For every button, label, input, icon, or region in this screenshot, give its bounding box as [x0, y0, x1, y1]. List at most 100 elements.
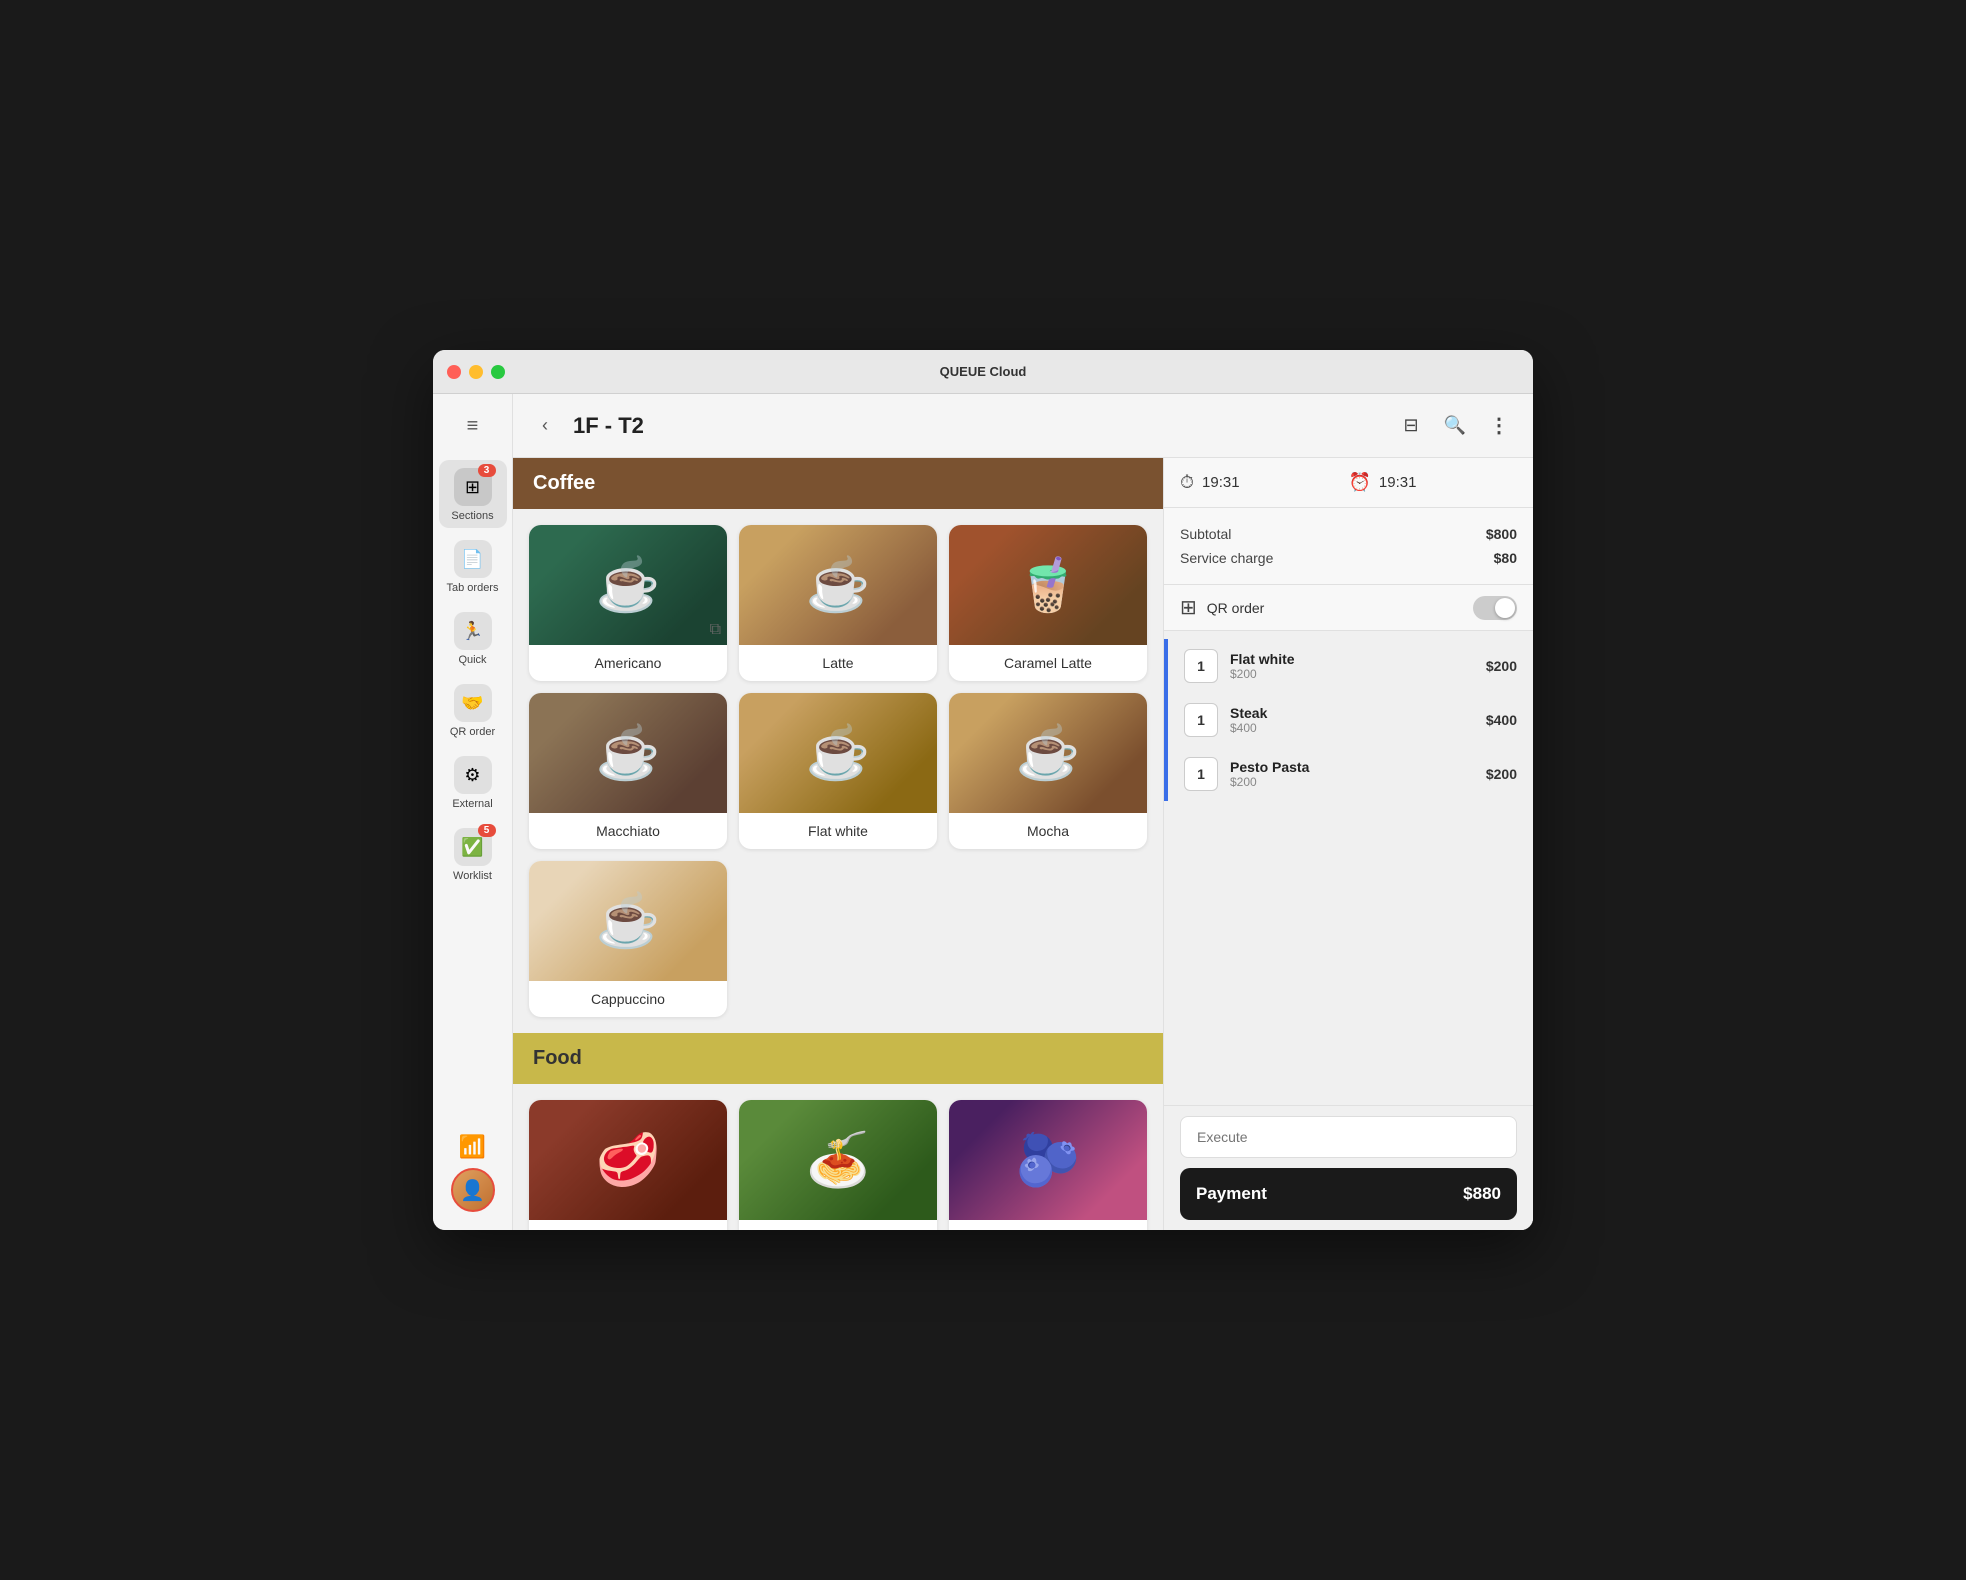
mocha-image [949, 693, 1147, 813]
latte-image [739, 525, 937, 645]
service-charge-row: Service charge $80 [1180, 546, 1517, 570]
main-area: ‹ 1F - T2 ⊟ 🔍 ⋮ [513, 394, 1533, 1230]
qr-order-icon: 🤝 [461, 693, 483, 714]
page-title: 1F - T2 [573, 413, 1381, 439]
qr-order-toggle[interactable] [1473, 596, 1517, 620]
menu-item-flat-white[interactable]: Flat white [739, 693, 937, 849]
payment-button[interactable]: Payment $880 [1180, 1168, 1517, 1220]
cappuccino-name: Cappuccino [529, 981, 727, 1017]
steak-order-name: Steak [1230, 705, 1474, 721]
menu-item-berry-bowl[interactable]: Berry Bowl [949, 1100, 1147, 1230]
menu-item-cappuccino[interactable]: Cappuccino [529, 861, 727, 1017]
pasta-qty[interactable]: 1 [1184, 757, 1218, 791]
content-area: Coffee ⧉ Americano Latte [513, 458, 1533, 1230]
flat-white-order-name: Flat white [1230, 651, 1474, 667]
food-items-grid: Steak Pesto Pasta Berry Bowl [513, 1084, 1163, 1230]
maximize-button[interactable] [491, 365, 505, 379]
titlebar: QUEUE Cloud [433, 350, 1533, 394]
app-body: ≡ ⊞ 3 Sections 📄 Tab orders 🏃 Quick [433, 394, 1533, 1230]
worklist-badge: 5 [478, 824, 496, 837]
cappuccino-image [529, 861, 727, 981]
menu-item-latte[interactable]: Latte [739, 525, 937, 681]
quick-label: Quick [458, 654, 486, 666]
sidebar-item-quick[interactable]: 🏃 Quick [439, 604, 507, 672]
sidebar-item-worklist[interactable]: ✅ 5 Worklist [439, 820, 507, 888]
mocha-name: Mocha [949, 813, 1147, 849]
order-times: ⏱ 19:31 ⏰ 19:31 [1164, 458, 1533, 508]
sidebar-item-sections[interactable]: ⊞ 3 Sections [439, 460, 507, 528]
bowl-image [949, 1100, 1147, 1220]
execute-input[interactable] [1180, 1116, 1517, 1158]
service-charge-value: $80 [1494, 550, 1517, 566]
americano-name: Americano [529, 645, 727, 681]
food-category-header: Food [513, 1033, 1163, 1084]
more-button[interactable]: ⋮ [1481, 408, 1517, 444]
order-summary: Subtotal $800 Service charge $80 [1164, 508, 1533, 585]
menu-item-macchiato[interactable]: Macchiato [529, 693, 727, 849]
grid-icon: ⊟ [1403, 415, 1418, 436]
latte-name: Latte [739, 645, 937, 681]
steak-name: Steak [529, 1220, 727, 1230]
sidebar-item-external[interactable]: ⚙ External [439, 748, 507, 816]
time-block-2: ⏰ 19:31 [1349, 472, 1518, 493]
coffee-category-header: Coffee [513, 458, 1163, 509]
menu-item-steak[interactable]: Steak [529, 1100, 727, 1230]
menu-item-americano[interactable]: ⧉ Americano [529, 525, 727, 681]
order-footer: Payment $880 [1164, 1105, 1533, 1230]
caramel-latte-image [949, 525, 1147, 645]
pasta-image [739, 1100, 937, 1220]
order-panel: ⏱ 19:31 ⏰ 19:31 Subtotal $800 [1163, 458, 1533, 1230]
pasta-total: $200 [1486, 766, 1517, 782]
caramel-latte-name: Caramel Latte [949, 645, 1147, 681]
macchiato-image [529, 693, 727, 813]
steak-info: Steak $400 [1230, 705, 1474, 735]
flat-white-info: Flat white $200 [1230, 651, 1474, 681]
steak-image [529, 1100, 727, 1220]
order-item-flat-white[interactable]: 1 Flat white $200 $200 [1164, 639, 1533, 693]
more-icon: ⋮ [1489, 413, 1509, 438]
search-button[interactable]: 🔍 [1437, 408, 1473, 444]
coffee-category-name: Coffee [533, 472, 595, 494]
sidebar: ≡ ⊞ 3 Sections 📄 Tab orders 🏃 Quick [433, 394, 513, 1230]
avatar-image: 👤 [460, 1178, 485, 1203]
pasta-unit-price: $200 [1230, 775, 1474, 789]
bowl-name: Berry Bowl [949, 1220, 1147, 1230]
external-icon-wrap: ⚙ [454, 756, 492, 794]
sidebar-bottom: 📶 👤 [451, 1134, 495, 1220]
wifi-icon: 📶 [459, 1134, 486, 1160]
order-items-list: 1 Flat white $200 $200 1 Steak $400 [1164, 631, 1533, 1105]
steak-qty[interactable]: 1 [1184, 703, 1218, 737]
back-button[interactable]: ‹ [529, 410, 561, 442]
menu-item-mocha[interactable]: Mocha [949, 693, 1147, 849]
worklist-icon-wrap: ✅ 5 [454, 828, 492, 866]
minimize-button[interactable] [469, 365, 483, 379]
tab-orders-icon-wrap: 📄 [454, 540, 492, 578]
time-block-1: ⏱ 19:31 [1180, 472, 1349, 493]
flat-white-name: Flat white [739, 813, 937, 849]
steak-unit-price: $400 [1230, 721, 1474, 735]
external-label: External [452, 798, 492, 810]
time-1: 19:31 [1202, 474, 1240, 491]
sidebar-item-qr-order[interactable]: 🤝 QR order [439, 676, 507, 744]
order-item-steak[interactable]: 1 Steak $400 $400 [1164, 693, 1533, 747]
sidebar-item-tab-orders[interactable]: 📄 Tab orders [439, 532, 507, 600]
worklist-icon: ✅ [461, 837, 483, 858]
pasta-order-name: Pesto Pasta [1230, 759, 1474, 775]
close-button[interactable] [447, 365, 461, 379]
grid-view-button[interactable]: ⊟ [1393, 408, 1429, 444]
avatar[interactable]: 👤 [451, 1168, 495, 1212]
order-item-pesto-pasta[interactable]: 1 Pesto Pasta $200 $200 [1164, 747, 1533, 801]
qr-order-icon: ⊞ [1180, 595, 1197, 620]
quick-icon-wrap: 🏃 [454, 612, 492, 650]
menu-item-caramel-latte[interactable]: Caramel Latte [949, 525, 1147, 681]
copy-icon: ⧉ [710, 621, 721, 639]
americano-image: ⧉ [529, 525, 727, 645]
subtotal-label: Subtotal [1180, 526, 1231, 542]
app-window: QUEUE Cloud ≡ ⊞ 3 Sections 📄 Tab orders [433, 350, 1533, 1230]
menu-item-pesto-pasta[interactable]: Pesto Pasta [739, 1100, 937, 1230]
macchiato-name: Macchiato [529, 813, 727, 849]
hamburger-menu-button[interactable]: ≡ [451, 404, 495, 448]
qr-order-label: QR order [1207, 600, 1463, 616]
flat-white-qty[interactable]: 1 [1184, 649, 1218, 683]
app-title: QUEUE Cloud [940, 364, 1027, 379]
